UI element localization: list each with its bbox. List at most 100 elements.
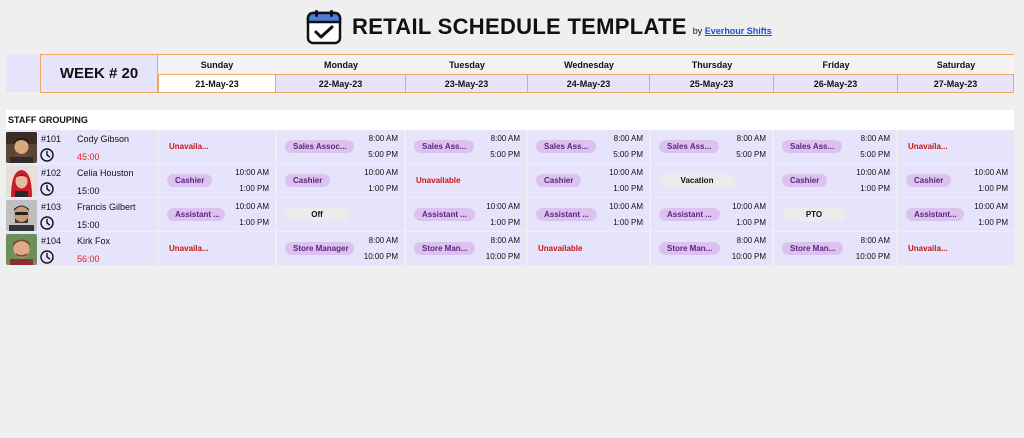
shift-cell[interactable]: Unavaila...	[898, 130, 1014, 163]
avatar	[6, 234, 37, 265]
role-badge: Cashier	[285, 174, 331, 187]
shift-cell[interactable]: Store Man... 8:00 AM 10:00 PM	[774, 232, 896, 265]
shift-cell[interactable]: Unavailable	[528, 232, 649, 265]
shift-start-time: 8:00 AM	[490, 134, 520, 143]
shift-start-time: 8:00 AM	[490, 236, 520, 245]
shift-cell[interactable]: Cashier 10:00 AM 1:00 PM	[528, 164, 649, 197]
staff-name: Celia Houston	[77, 168, 134, 178]
shift-cell[interactable]: Unavaila...	[898, 232, 1014, 265]
shift-end-time: 10:00 PM	[855, 252, 890, 261]
shift-end-time: 1:00 PM	[490, 218, 520, 227]
staff-name: Francis Gilbert	[77, 202, 136, 212]
role-badge: Sales Ass...	[414, 140, 475, 153]
shift-cell[interactable]: Cashier 10:00 AM 1:00 PM	[159, 164, 275, 197]
day-column-wednesday: Wednesday 24-May-23	[528, 55, 650, 93]
day-date[interactable]: 26-May-23	[774, 74, 898, 93]
shift-cell[interactable]: Cashier 10:00 AM 1:00 PM	[898, 164, 1014, 197]
shift-cell[interactable]: Assistant ... 10:00 AM 1:00 PM	[651, 198, 772, 231]
shift-start-time: 10:00 AM	[856, 168, 890, 177]
total-hours: 15:00	[77, 186, 100, 196]
role-badge: Store Man...	[782, 242, 844, 255]
shift-end-time: 1:00 PM	[613, 184, 643, 193]
day-date[interactable]: 22-May-23	[276, 74, 406, 93]
shift-cell[interactable]: Assistant... 10:00 AM 1:00 PM	[898, 198, 1014, 231]
page-title: RETAIL SCHEDULE TEMPLATE	[352, 14, 687, 39]
shift-cell[interactable]: Vacation	[651, 164, 772, 197]
shift-end-time: 1:00 PM	[239, 184, 269, 193]
day-date[interactable]: 24-May-23	[528, 74, 650, 93]
role-badge: Assistant ...	[414, 208, 475, 221]
shift-cell[interactable]: Store Manager 8:00 AM 10:00 PM	[277, 232, 404, 265]
shift-end-time: 5:00 PM	[490, 150, 520, 159]
day-name: Saturday	[898, 55, 1014, 74]
shift-cell[interactable]: Assistant ... 10:00 AM 1:00 PM	[406, 198, 526, 231]
day-column-tuesday: Tuesday 23-May-23	[406, 55, 528, 93]
shift-cell[interactable]: Sales Ass... 8:00 AM 5:00 PM	[528, 130, 649, 163]
shift-end-time: 1:00 PM	[978, 184, 1008, 193]
status-badge: PTO	[782, 208, 846, 221]
shift-start-time: 10:00 AM	[974, 202, 1008, 211]
shift-cell[interactable]: Unavailable	[406, 164, 526, 197]
shift-end-time: 1:00 PM	[860, 184, 890, 193]
shift-cell[interactable]: Unavaila...	[159, 232, 275, 265]
role-badge: Sales Ass...	[782, 140, 843, 153]
staff-info[interactable]: #104 Kirk Fox 56:00	[6, 232, 158, 265]
staff-id: #101	[41, 134, 62, 144]
shift-start-time: 8:00 AM	[368, 236, 398, 245]
shift-start-time: 10:00 AM	[235, 202, 269, 211]
shift-cell[interactable]: Store Man... 8:00 AM 10:00 PM	[651, 232, 772, 265]
staff-row: #101 Cody Gibson 45:00 Unavaila... Sales Ass…	[6, 130, 1014, 164]
staff-name: Cody Gibson	[77, 134, 130, 144]
day-date[interactable]: 25-May-23	[650, 74, 774, 93]
shift-end-time: 10:00 PM	[363, 252, 398, 261]
shift-cell[interactable]: Store Man... 8:00 AM 10:00 PM	[406, 232, 526, 265]
day-name: Tuesday	[406, 55, 528, 74]
shift-end-time: 5:00 PM	[368, 150, 398, 159]
shift-cell[interactable]: Cashier 10:00 AM 1:00 PM	[277, 164, 404, 197]
staff-info[interactable]: #102 Celia Houston 15:00	[6, 164, 158, 197]
unavailable-label: Unavaila...	[908, 244, 948, 253]
shift-cell[interactable]: Sales Ass... 8:00 AM 5:00 PM	[651, 130, 772, 163]
staff-id: #102	[41, 168, 62, 178]
unavailable-label: Unavailable	[416, 176, 461, 185]
staff-row: #104 Kirk Fox 56:00 Unavaila... Store Manage…	[6, 232, 1014, 266]
day-name: Friday	[774, 55, 898, 74]
unavailable-label: Unavaila...	[169, 244, 209, 253]
role-badge: Store Man...	[659, 242, 721, 255]
shift-cell[interactable]: Cashier 10:00 AM 1:00 PM	[774, 164, 896, 197]
calendar-check-icon	[306, 9, 342, 45]
shift-start-time: 8:00 AM	[736, 134, 766, 143]
shift-end-time: 1:00 PM	[239, 218, 269, 227]
shift-cell[interactable]: PTO	[774, 198, 896, 231]
unavailable-label: Unavaila...	[169, 142, 209, 151]
shift-cell[interactable]: Off	[277, 198, 404, 231]
role-badge: Sales Ass...	[536, 140, 597, 153]
day-column-sunday: Sunday 21-May-23	[158, 55, 276, 93]
shift-start-time: 8:00 AM	[368, 134, 398, 143]
avatar	[6, 132, 37, 163]
everhour-link[interactable]: Everhour Shifts	[705, 26, 772, 36]
day-column-monday: Monday 22-May-23	[276, 55, 406, 93]
page-header: RETAIL SCHEDULE TEMPLATE by Everhour Shi…	[306, 8, 772, 46]
day-column-saturday: Saturday 27-May-23	[898, 55, 1014, 93]
shift-end-time: 10:00 PM	[485, 252, 520, 261]
shift-cell[interactable]: Assistant ... 10:00 AM 1:00 PM	[528, 198, 649, 231]
role-badge: Assistant ...	[659, 208, 720, 221]
shift-start-time: 8:00 AM	[860, 236, 890, 245]
shift-cell[interactable]: Unavaila...	[159, 130, 275, 163]
byline: by Everhour Shifts	[693, 26, 772, 36]
shift-cell[interactable]: Assistant ... 10:00 AM 1:00 PM	[159, 198, 275, 231]
staff-info[interactable]: #103 Francis Gilbert 15:00	[6, 198, 158, 231]
total-hours: 15:00	[77, 220, 100, 230]
day-date[interactable]: 23-May-23	[406, 74, 528, 93]
shift-cell[interactable]: Sales Assoc... 8:00 AM 5:00 PM	[277, 130, 404, 163]
shift-cell[interactable]: Sales Ass... 8:00 AM 5:00 PM	[406, 130, 526, 163]
role-badge: Cashier	[906, 174, 952, 187]
day-date[interactable]: 21-May-23	[158, 74, 276, 93]
role-badge: Store Manager	[285, 242, 354, 255]
shift-cell[interactable]: Sales Ass... 8:00 AM 5:00 PM	[774, 130, 896, 163]
shift-end-time: 5:00 PM	[736, 150, 766, 159]
day-date[interactable]: 27-May-23	[898, 74, 1014, 93]
staff-info[interactable]: #101 Cody Gibson 45:00	[6, 130, 158, 163]
avatar	[6, 200, 37, 231]
